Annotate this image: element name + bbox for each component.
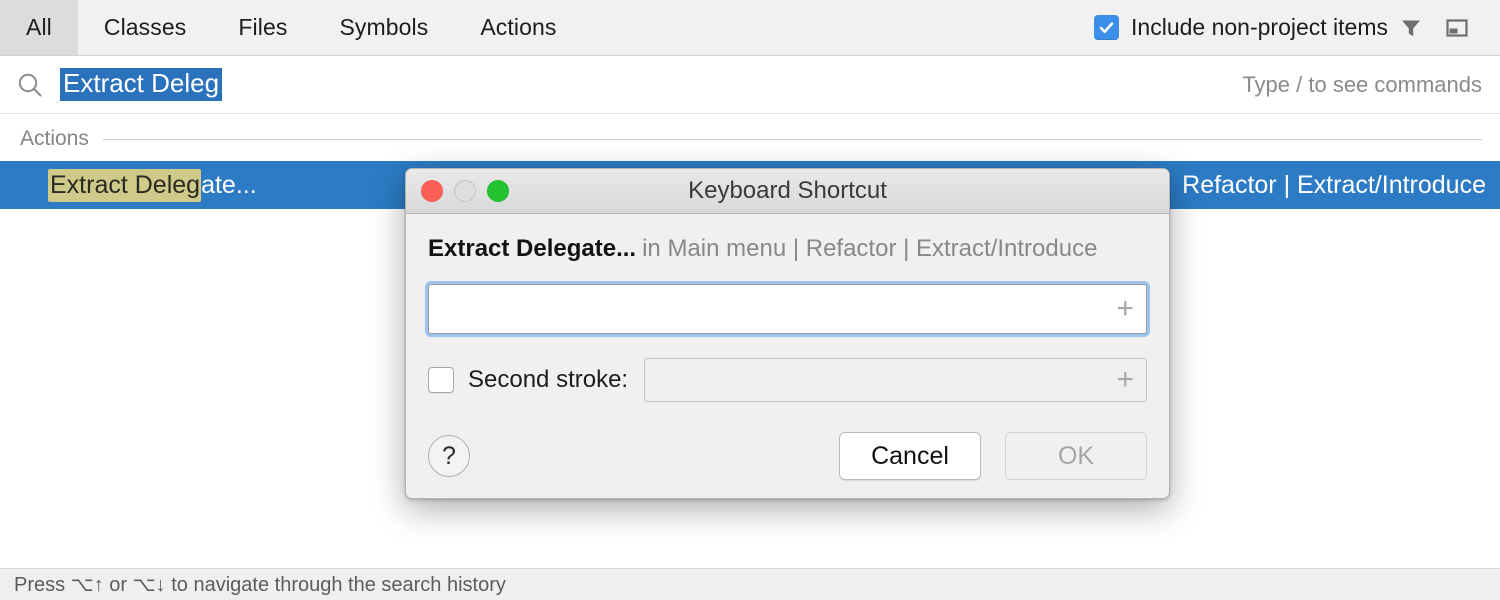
status-bar: Press ⌥↑ or ⌥↓ to navigate through the s…	[0, 568, 1500, 600]
zoom-button[interactable]	[487, 180, 509, 202]
second-stroke-label: Second stroke:	[468, 366, 629, 394]
checkmark-icon	[1094, 15, 1120, 40]
preview-panel-icon[interactable]	[1434, 5, 1480, 51]
result-row-path: Refactor | Extract/Introduce	[1182, 170, 1486, 199]
minimize-button	[454, 180, 476, 202]
dialog-title: Keyboard Shortcut	[688, 177, 887, 204]
cancel-button[interactable]: Cancel	[839, 432, 981, 481]
tab-list: All Classes Files Symbols Actions	[0, 0, 582, 55]
result-match-highlight: Extract Deleg	[48, 168, 202, 202]
search-input[interactable]: Extract Deleg	[60, 67, 223, 102]
search-icon	[0, 70, 60, 100]
add-stroke-icon[interactable]: +	[1116, 294, 1134, 324]
tab-classes-label: Classes	[103, 14, 187, 40]
second-stroke-row: Second stroke: +	[428, 358, 1147, 403]
result-row-title: Extract Delegate...	[48, 168, 257, 202]
dialog-footer: ? Cancel OK	[428, 432, 1147, 481]
result-title-rest: ate...	[201, 170, 257, 199]
tab-symbols-label: Symbols	[339, 14, 429, 40]
search-everywhere-window: All Classes Files Symbols Actions Includ…	[0, 0, 1500, 600]
tab-files-label: Files	[238, 14, 288, 40]
close-button[interactable]	[421, 180, 443, 202]
include-non-project-items-label: Include non-project items	[1131, 14, 1388, 40]
second-stroke-input: +	[644, 358, 1147, 403]
tab-all-label: All	[26, 14, 52, 40]
filter-funnel-icon[interactable]	[1388, 5, 1434, 51]
status-bar-text: Press ⌥↑ or ⌥↓ to navigate through the s…	[14, 574, 506, 596]
window-controls	[406, 180, 509, 202]
dialog-action-name: Extract Delegate...	[428, 235, 637, 262]
tab-files[interactable]: Files	[212, 0, 313, 55]
help-button[interactable]: ?	[428, 435, 470, 478]
search-bar[interactable]: Extract Deleg Type / to see commands	[0, 56, 1500, 114]
tab-actions-label: Actions	[480, 14, 557, 40]
add-second-stroke-icon: +	[1116, 363, 1134, 397]
keyboard-shortcut-dialog: Keyboard Shortcut Extract Delegate... in …	[405, 168, 1170, 499]
include-non-project-items-checkbox[interactable]: Include non-project items	[1094, 14, 1388, 41]
tab-classes[interactable]: Classes	[78, 0, 213, 55]
results-group-header: Actions	[0, 115, 1500, 163]
dialog-action-path: in Main menu | Refactor | Extract/Introd…	[642, 235, 1098, 262]
header-right-controls: Include non-project items	[1094, 0, 1500, 55]
dialog-body: Extract Delegate... in Main menu | Refact…	[406, 214, 1169, 481]
tab-symbols[interactable]: Symbols	[313, 0, 454, 55]
first-stroke-input[interactable]: +	[428, 284, 1147, 335]
tab-actions[interactable]: Actions	[454, 0, 582, 55]
group-separator-line	[102, 138, 1482, 140]
ok-button: OK	[1005, 432, 1147, 481]
search-commands-hint: Type / to see commands	[1242, 71, 1482, 97]
results-group-label: Actions	[20, 127, 89, 150]
tab-all[interactable]: All	[0, 0, 78, 55]
tab-bar: All Classes Files Symbols Actions Includ…	[0, 0, 1500, 56]
dialog-title-bar[interactable]: Keyboard Shortcut	[406, 169, 1169, 214]
dialog-action-description: Extract Delegate... in Main menu | Refact…	[428, 235, 1147, 262]
second-stroke-checkbox[interactable]	[428, 367, 454, 394]
